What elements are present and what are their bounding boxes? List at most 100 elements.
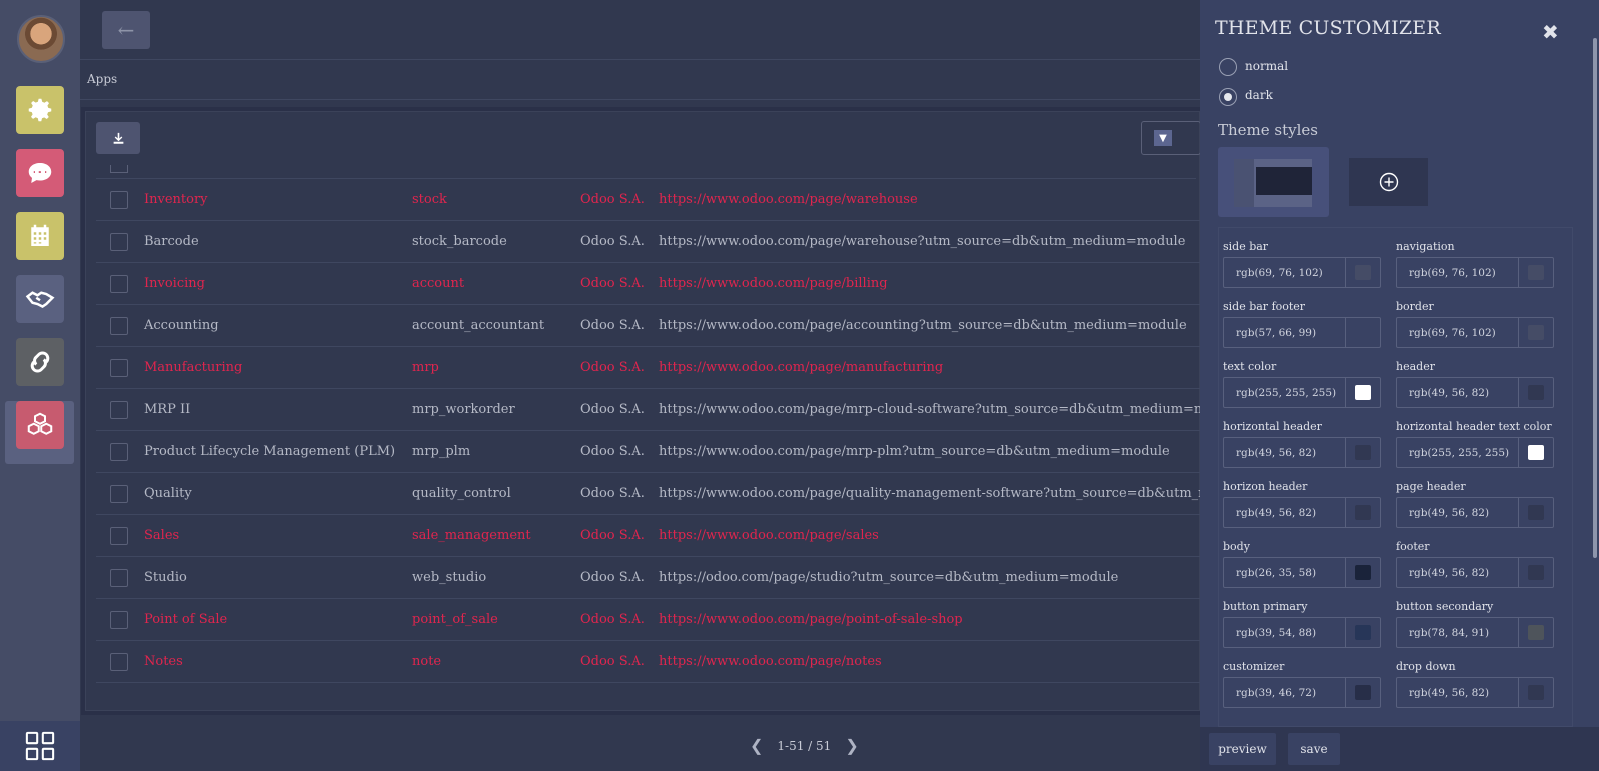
row-checkbox[interactable]	[110, 191, 128, 209]
row-checkbox[interactable]	[110, 485, 128, 503]
filter-button[interactable]: ▼	[1141, 121, 1201, 155]
row-checkbox[interactable]	[110, 401, 128, 419]
color-value-input[interactable]: rgb(69, 76, 102)	[1396, 317, 1554, 348]
color-swatch-button[interactable]	[1518, 558, 1553, 587]
link-app-button[interactable]	[16, 338, 64, 386]
row-checkbox[interactable]	[110, 317, 128, 335]
color-swatch-button[interactable]	[1345, 678, 1380, 707]
back-button[interactable]: ←	[102, 11, 150, 49]
row-checkbox[interactable]	[110, 443, 128, 461]
color-settings-panel: side bar rgb(69, 76, 102) navigation rgb(69…	[1218, 227, 1573, 727]
table-row[interactable]: Product Lifecycle Management (PLM) mrp_pl…	[96, 431, 1201, 473]
color-value-input[interactable]: rgb(39, 54, 88)	[1223, 617, 1381, 648]
table-row[interactable]: Notes note Odoo S.A. https://www.odoo.com/p…	[96, 641, 1201, 683]
pager-previous-icon[interactable]: ❮	[750, 736, 763, 755]
website-cell[interactable]: https://odoo.com/page/studio?utm_source=…	[659, 570, 1118, 585]
user-avatar[interactable]	[17, 15, 65, 63]
color-swatch-button[interactable]	[1345, 378, 1380, 407]
download-icon	[113, 132, 123, 144]
color-swatch-button[interactable]	[1518, 678, 1553, 707]
handshake-icon	[25, 291, 55, 308]
crm-app-button[interactable]	[16, 275, 64, 323]
customizer-scrollbar[interactable]	[1593, 38, 1597, 558]
row-checkbox[interactable]	[110, 233, 128, 251]
website-cell[interactable]: https://www.odoo.com/page/quality-manage…	[659, 486, 1275, 501]
color-value-input[interactable]: rgb(57, 66, 99)	[1223, 317, 1381, 348]
calendar-app-button[interactable]	[16, 212, 64, 260]
pager-range[interactable]: 1-51 / 51	[777, 739, 831, 753]
color-value-input[interactable]: rgb(26, 35, 58)	[1223, 557, 1381, 588]
table-row[interactable]: MRP II mrp_workorder Odoo S.A. https://www.…	[96, 389, 1243, 431]
website-cell[interactable]: https://www.odoo.com/page/accounting?utm…	[659, 318, 1187, 333]
color-value-input[interactable]: rgb(49, 56, 82)	[1396, 557, 1554, 588]
website-cell[interactable]: https://www.odoo.com/page/notes	[659, 654, 882, 669]
row-checkbox[interactable]	[110, 275, 128, 293]
table-row[interactable]: Accounting account_accountant Odoo S.A. htt…	[96, 305, 1201, 347]
color-swatch-button[interactable]	[1345, 498, 1380, 527]
preview-button[interactable]: preview	[1209, 733, 1276, 765]
mode-normal-radio[interactable]	[1219, 58, 1237, 76]
website-cell[interactable]: https://www.odoo.com/page/mrp-cloud-soft…	[659, 402, 1243, 417]
close-icon[interactable]: ✖	[1542, 20, 1559, 44]
apps-app-button[interactable]	[16, 401, 64, 449]
theme-style-card[interactable]	[1218, 147, 1329, 217]
website-cell[interactable]: https://www.odoo.com/page/warehouse?utm_…	[659, 234, 1185, 249]
select-all-checkbox[interactable]	[110, 165, 128, 173]
table-row[interactable]: Quality quality_control Odoo S.A. https://w…	[96, 473, 1275, 515]
pager-next-icon[interactable]: ❯	[845, 736, 858, 755]
row-checkbox[interactable]	[110, 653, 128, 671]
color-value-input[interactable]: rgb(69, 76, 102)	[1396, 257, 1554, 288]
table-row[interactable]: Manufacturing mrp Odoo S.A. https://www.odo…	[96, 347, 1201, 389]
table-row[interactable]: Barcode stock_barcode Odoo S.A. https://www…	[96, 221, 1201, 263]
color-value-input[interactable]: rgb(49, 56, 82)	[1223, 497, 1381, 528]
color-swatch-button[interactable]	[1345, 558, 1380, 587]
settings-app-button[interactable]	[16, 86, 64, 134]
color-value-input[interactable]: rgb(49, 56, 82)	[1396, 677, 1554, 708]
color-value-input[interactable]: rgb(49, 56, 82)	[1396, 377, 1554, 408]
download-button[interactable]	[96, 122, 140, 154]
color-swatch-button[interactable]	[1518, 438, 1553, 467]
row-checkbox[interactable]	[110, 527, 128, 545]
row-checkbox[interactable]	[110, 359, 128, 377]
row-checkbox[interactable]	[110, 611, 128, 629]
website-cell[interactable]: https://www.odoo.com/page/mrp-plm?utm_so…	[659, 444, 1170, 459]
technical-name-cell: quality_control	[412, 486, 511, 501]
discuss-app-button[interactable]	[16, 149, 64, 197]
table-row[interactable]: Inventory stock Odoo S.A. https://www.odoo.…	[96, 179, 1201, 221]
save-button[interactable]: save	[1288, 733, 1340, 765]
color-value-input[interactable]: rgb(255, 255, 255)	[1396, 437, 1554, 468]
color-swatch-button[interactable]	[1518, 258, 1553, 287]
color-value-input[interactable]: rgb(49, 56, 82)	[1223, 437, 1381, 468]
grid-menu-icon[interactable]	[25, 731, 55, 761]
table-row[interactable]: Studio web_studio Odoo S.A. https://odoo.co…	[96, 557, 1201, 599]
color-swatch-button[interactable]	[1345, 318, 1380, 347]
website-cell[interactable]: https://www.odoo.com/page/warehouse	[659, 192, 918, 207]
row-checkbox[interactable]	[110, 569, 128, 587]
color-swatch-button[interactable]	[1345, 438, 1380, 467]
color-swatch-button[interactable]	[1345, 618, 1380, 647]
color-value-input[interactable]: rgb(39, 46, 72)	[1223, 677, 1381, 708]
breadcrumb[interactable]: Apps	[87, 72, 117, 86]
website-cell[interactable]: https://www.odoo.com/page/point-of-sale-…	[659, 612, 963, 627]
table-row[interactable]: Invoicing account Odoo S.A. https://www.odo…	[96, 263, 1201, 305]
mode-dark-radio[interactable]	[1219, 88, 1237, 106]
color-value-input[interactable]: rgb(69, 76, 102)	[1223, 257, 1381, 288]
color-swatch-button[interactable]	[1518, 378, 1553, 407]
color-value-input[interactable]: rgb(255, 255, 255)	[1223, 377, 1381, 408]
color-swatch-button[interactable]	[1518, 498, 1553, 527]
color-swatch-button[interactable]	[1518, 318, 1553, 347]
table-row[interactable]: Sales sale_management Odoo S.A. https://www…	[96, 515, 1201, 557]
color-value-input[interactable]: rgb(49, 56, 82)	[1396, 497, 1554, 528]
website-cell[interactable]: https://www.odoo.com/page/sales	[659, 528, 879, 543]
color-value-text: rgb(255, 255, 255)	[1236, 387, 1337, 399]
color-swatch-button[interactable]	[1518, 618, 1553, 647]
website-cell[interactable]: https://www.odoo.com/page/billing	[659, 276, 888, 291]
color-swatch-button[interactable]	[1345, 258, 1380, 287]
app-name-cell: Quality	[144, 486, 192, 501]
color-field-label: header	[1396, 360, 1435, 373]
technical-name-cell: note	[412, 654, 442, 669]
add-theme-style-button[interactable]	[1349, 158, 1428, 206]
color-value-input[interactable]: rgb(78, 84, 91)	[1396, 617, 1554, 648]
website-cell[interactable]: https://www.odoo.com/page/manufacturing	[659, 360, 943, 375]
table-row[interactable]: Point of Sale point_of_sale Odoo S.A. https…	[96, 599, 1201, 641]
